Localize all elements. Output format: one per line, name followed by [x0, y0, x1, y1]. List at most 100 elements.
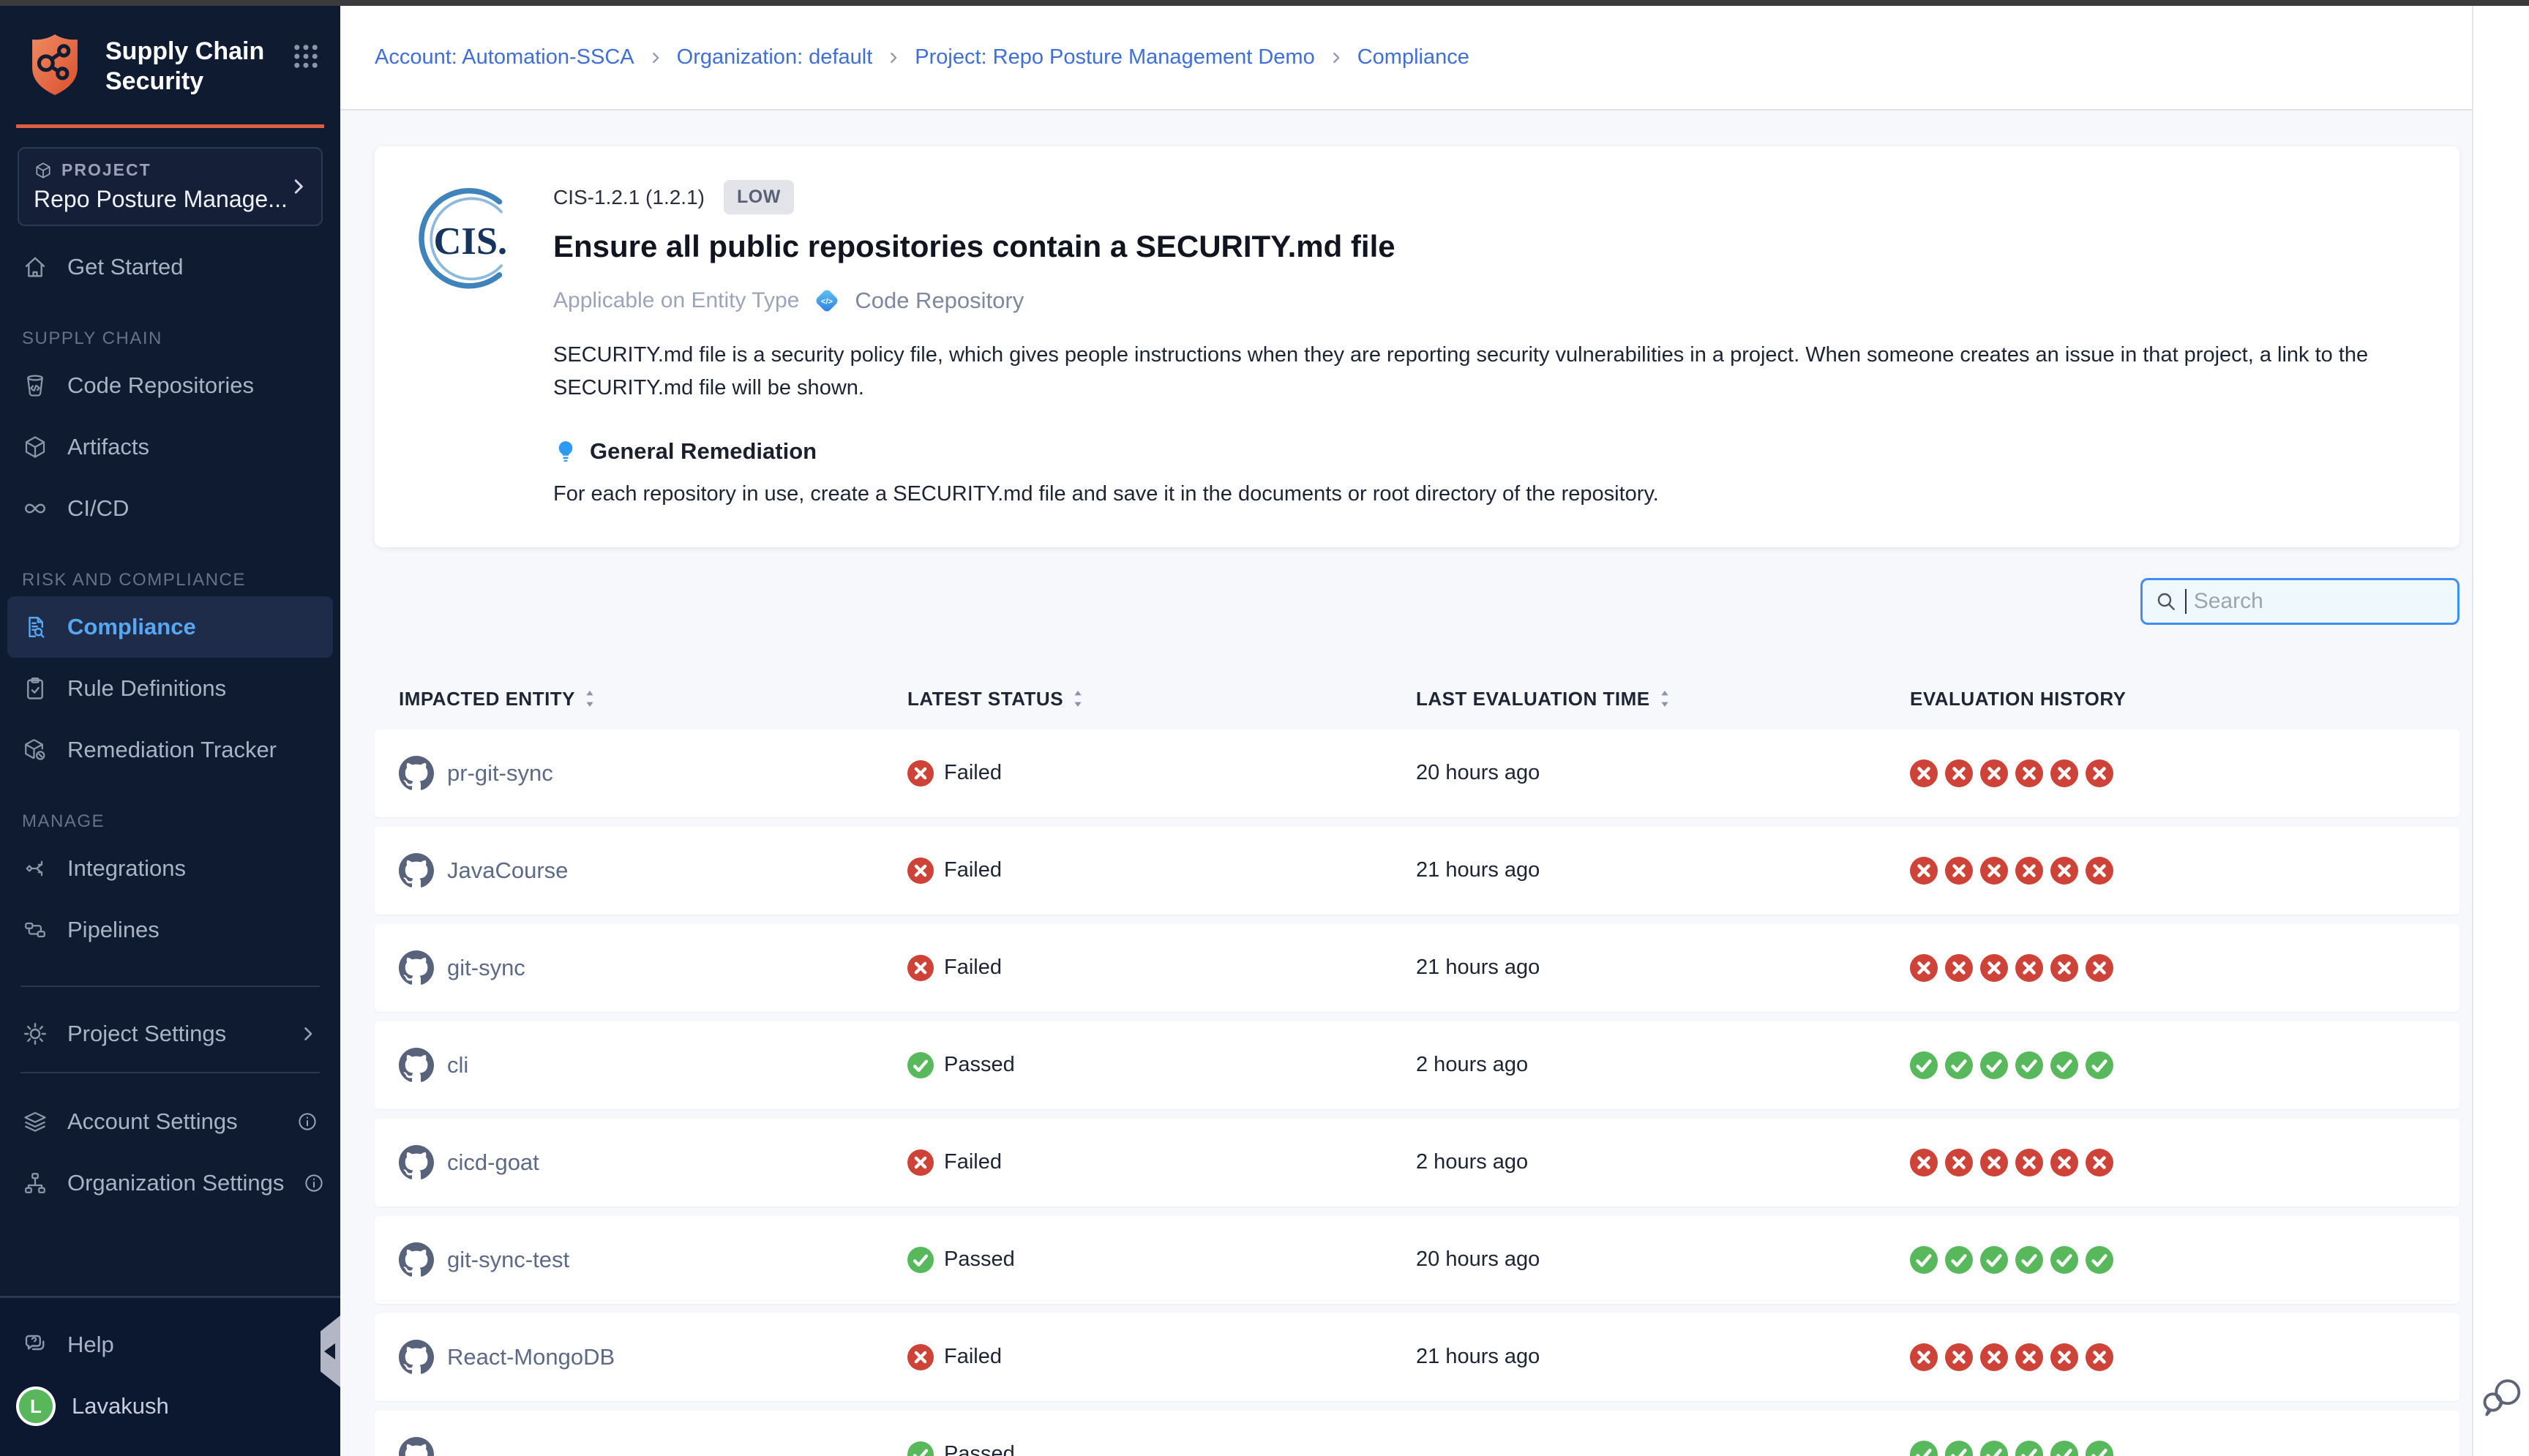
table-row[interactable]: cli Passed 2 hours ago: [375, 1021, 2459, 1109]
history-fail-icon: [2050, 1343, 2078, 1371]
table-row[interactable]: cicd-goat Failed 2 hours ago: [375, 1119, 2459, 1207]
table-row[interactable]: JavaCourse Failed 21 hours ago: [375, 827, 2459, 915]
status-label: Failed: [944, 1150, 1002, 1174]
history-fail-icon: [2086, 857, 2113, 885]
history-fail-icon: [1980, 759, 2008, 787]
breadcrumb-organization[interactable]: Organization: default: [677, 45, 873, 70]
sidebar-item-account-settings[interactable]: Account Settings: [0, 1091, 340, 1152]
scrollbar-gutter: [2472, 6, 2529, 1456]
history-pass-icon: [2086, 1246, 2113, 1274]
sidebar-item-project-settings[interactable]: Project Settings: [0, 1003, 340, 1065]
sidebar-item-pipelines[interactable]: Pipelines: [0, 899, 340, 961]
last-evaluation-time: 20 hours ago: [1416, 1247, 1910, 1272]
breadcrumb-compliance[interactable]: Compliance: [1357, 45, 1469, 70]
history-fail-icon: [1980, 1343, 2008, 1371]
status-label: Passed: [944, 1442, 1015, 1456]
feedback-chat-icon[interactable]: [2479, 1374, 2525, 1425]
history-pass-icon: [1980, 1246, 2008, 1274]
window-top-strip: [0, 0, 2529, 6]
sidebar-item-integrations[interactable]: Integrations: [0, 838, 340, 899]
column-label: IMPACTED ENTITY: [399, 688, 575, 710]
user-name: Lavakush: [72, 1393, 169, 1419]
sidebar-item-get-started[interactable]: Get Started: [0, 236, 340, 298]
history-fail-icon: [2015, 857, 2043, 885]
sidebar-item-cicd[interactable]: CI/CD: [0, 478, 340, 539]
evaluation-history: [1910, 1343, 2459, 1371]
breadcrumb-project[interactable]: Project: Repo Posture Management Demo: [915, 45, 1314, 70]
history-fail-icon: [1910, 857, 1938, 885]
entity-name-link[interactable]: React-MongoDB: [447, 1344, 615, 1370]
sidebar-item-compliance[interactable]: Compliance: [7, 596, 333, 658]
column-header-impacted-entity[interactable]: IMPACTED ENTITY: [399, 688, 907, 710]
table-row[interactable]: Passed: [375, 1411, 2459, 1456]
severity-badge: LOW: [724, 180, 794, 214]
history-pass-icon: [1910, 1246, 1938, 1274]
chevron-right-icon: [288, 176, 310, 198]
cube-icon: [34, 161, 53, 180]
table-row[interactable]: git-sync-test Passed 20 hours ago: [375, 1216, 2459, 1304]
history-pass-icon: [2086, 1051, 2113, 1079]
history-fail-icon: [2050, 857, 2078, 885]
svg-text:</>: </>: [821, 298, 833, 307]
cis-logo: CIS.: [410, 184, 520, 506]
history-fail-icon: [1980, 954, 2008, 982]
lightbulb-icon: [553, 439, 578, 464]
last-evaluation-time: 21 hours ago: [1416, 956, 1910, 980]
entity-name-link[interactable]: pr-git-sync: [447, 760, 553, 787]
github-icon: [399, 1340, 434, 1375]
history-fail-icon: [1980, 857, 2008, 885]
table-row[interactable]: React-MongoDB Failed 21 hours ago: [375, 1313, 2459, 1401]
evaluation-history: [1910, 857, 2459, 885]
history-fail-icon: [2050, 954, 2078, 982]
sidebar-item-remediation-tracker[interactable]: Remediation Tracker: [0, 719, 340, 781]
sidebar-item-label: Remediation Tracker: [67, 737, 277, 763]
status-icon: [907, 1052, 934, 1078]
column-header-last-evaluation-time[interactable]: LAST EVALUATION TIME: [1416, 688, 1910, 710]
entity-name-link[interactable]: JavaCourse: [447, 858, 568, 884]
entity-name-link[interactable]: git-sync: [447, 955, 525, 981]
app-root: Supply Chain Security PROJECT: [0, 6, 2529, 1456]
status-label: Passed: [944, 1247, 1015, 1272]
avatar: L: [19, 1389, 53, 1423]
history-fail-icon: [1910, 1343, 1938, 1371]
project-selector-name: Repo Posture Manage...: [34, 186, 288, 213]
evaluation-history: [1910, 759, 2459, 787]
github-icon: [399, 1048, 434, 1083]
status-icon: [907, 1441, 934, 1456]
search-box: [2140, 578, 2459, 625]
column-label: EVALUATION HISTORY: [1910, 688, 2127, 710]
entity-name-link[interactable]: cli: [447, 1052, 468, 1078]
content: CIS. CIS-1.2.1 (1.2.1) LOW Ensure all pu…: [340, 110, 2472, 1456]
sidebar-item-help[interactable]: Help: [0, 1314, 340, 1376]
table-row[interactable]: git-sync Failed 21 hours ago: [375, 924, 2459, 1012]
app-grid-icon[interactable]: [291, 41, 321, 72]
sidebar: Supply Chain Security PROJECT: [0, 6, 340, 1456]
chevron-right-icon: [885, 50, 902, 66]
github-icon: [399, 853, 434, 888]
sidebar-item-artifacts[interactable]: Artifacts: [0, 416, 340, 478]
column-header-latest-status[interactable]: LATEST STATUS: [907, 688, 1416, 710]
evaluation-history: [1910, 954, 2459, 982]
breadcrumb-account[interactable]: Account: Automation-SSCA: [375, 45, 634, 70]
history-pass-icon: [1945, 1246, 1973, 1274]
history-fail-icon: [2015, 954, 2043, 982]
text-caret: [2185, 589, 2187, 614]
brand-title: Supply Chain Security: [105, 31, 273, 97]
sidebar-user[interactable]: L Lavakush: [0, 1376, 340, 1437]
history-fail-icon: [2015, 1149, 2043, 1177]
box-wrench-icon: [22, 737, 48, 763]
project-selector[interactable]: PROJECT Repo Posture Manage...: [18, 147, 323, 226]
search-input[interactable]: [2194, 589, 2446, 614]
sidebar-item-organization-settings[interactable]: Organization Settings: [0, 1152, 340, 1214]
entity-name-link[interactable]: git-sync-test: [447, 1247, 569, 1273]
code-repository-chip-icon: </>: [811, 285, 843, 317]
entity-name-link[interactable]: cicd-goat: [447, 1149, 539, 1176]
table-row[interactable]: pr-git-sync Failed 20 hours ago: [375, 729, 2459, 817]
history-fail-icon: [2050, 1149, 2078, 1177]
section-label-supply-chain: SUPPLY CHAIN: [0, 329, 340, 349]
layers-icon: [22, 1108, 48, 1135]
github-icon: [399, 756, 434, 791]
sidebar-item-code-repositories[interactable]: Code Repositories: [0, 355, 340, 416]
sidebar-item-rule-definitions[interactable]: Rule Definitions: [0, 658, 340, 719]
evaluation-history: [1910, 1149, 2459, 1177]
